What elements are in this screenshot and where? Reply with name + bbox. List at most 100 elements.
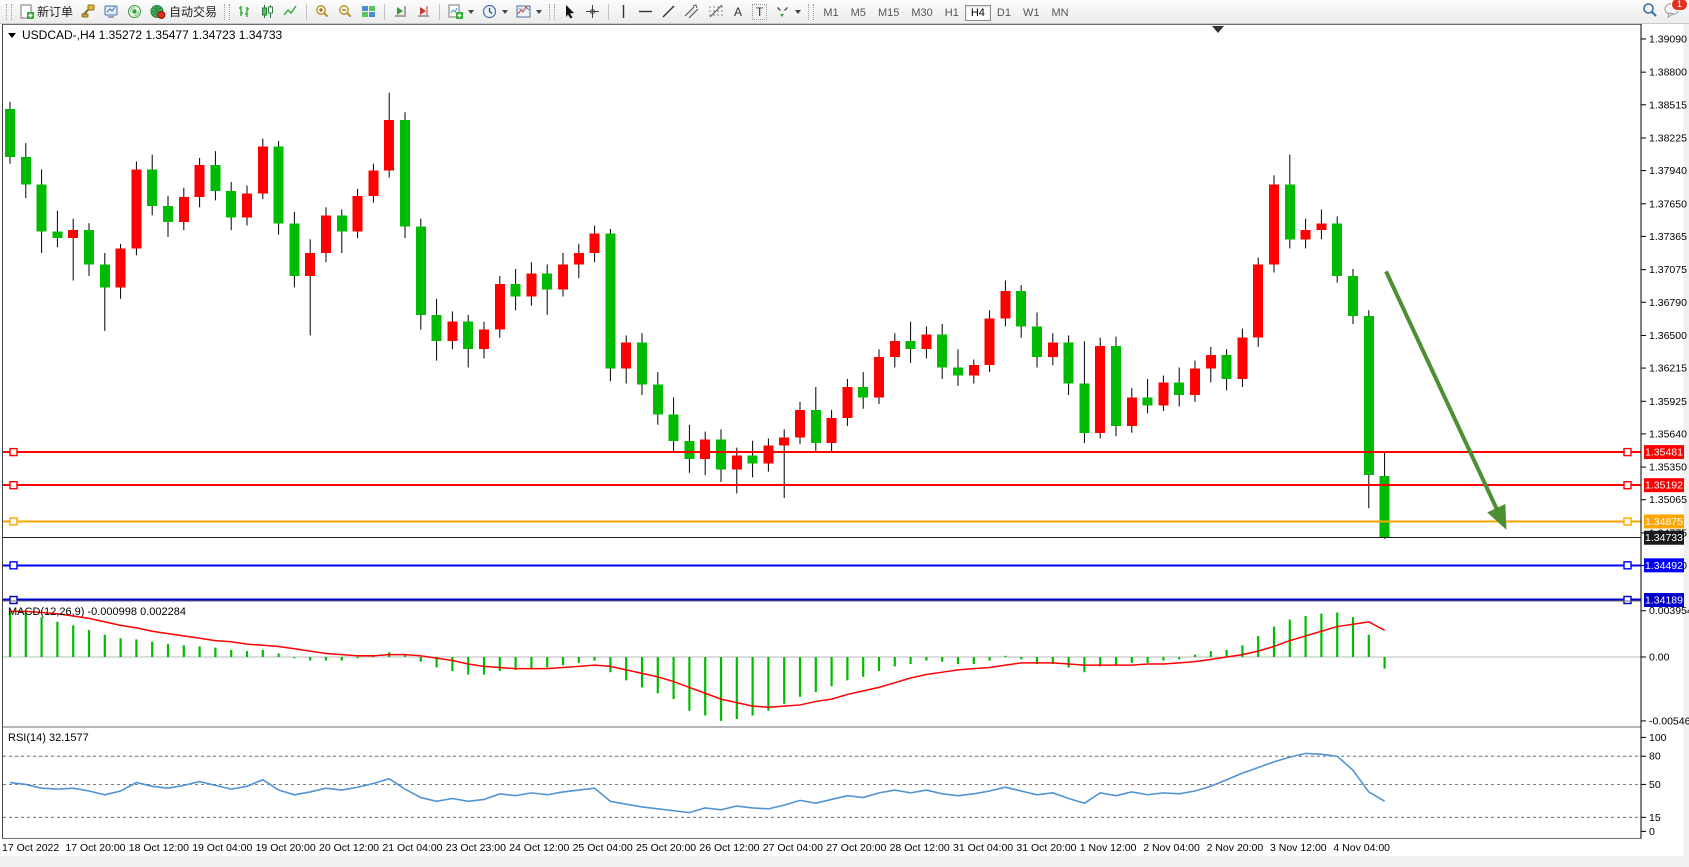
time-axis[interactable]: 17 Oct 202217 Oct 20:0018 Oct 12:0019 Oc… — [2, 842, 1390, 854]
svg-text:27 Oct 04:00: 27 Oct 04:00 — [763, 842, 823, 854]
svg-text:0.003954: 0.003954 — [1649, 605, 1689, 617]
timeframe-button-H1[interactable]: H1 — [939, 5, 965, 21]
svg-text:1.35925: 1.35925 — [1649, 396, 1687, 408]
zoom-in-button[interactable] — [311, 2, 334, 21]
timeframe-button-M5[interactable]: M5 — [845, 5, 872, 21]
cursor-tool-button[interactable] — [558, 2, 581, 21]
equidistant-channel-icon — [684, 4, 700, 19]
candlestick-type-button[interactable] — [256, 2, 279, 21]
vertical-line-tool-button[interactable] — [613, 2, 634, 21]
pane-borders — [2, 24, 1641, 839]
timeframe-button-H4[interactable]: H4 — [965, 5, 991, 21]
toolbar-grip — [224, 4, 230, 20]
svg-text:1.37940: 1.37940 — [1649, 165, 1687, 177]
ohlc-bars-icon — [237, 4, 252, 19]
svg-text:19 Oct 04:00: 19 Oct 04:00 — [192, 842, 252, 854]
tile-windows-button[interactable] — [357, 2, 380, 21]
timeframe-button-M1[interactable]: M1 — [817, 5, 844, 21]
channel-tool-button[interactable] — [680, 2, 704, 21]
text-tool-icon: A — [732, 5, 744, 19]
auto-trading-label: 自动交易 — [169, 3, 217, 20]
svg-text:20 Oct 12:00: 20 Oct 12:00 — [319, 842, 379, 854]
auto-trading-button[interactable]: 自动交易 — [146, 1, 221, 22]
svg-text:1.35065: 1.35065 — [1649, 494, 1687, 506]
timeframe-button-W1[interactable]: W1 — [1017, 5, 1046, 21]
svg-text:23 Oct 23:00: 23 Oct 23:00 — [446, 842, 506, 854]
bar-chart-type-button[interactable] — [233, 2, 256, 21]
svg-text:1.36215: 1.36215 — [1649, 363, 1687, 375]
svg-text:1.34733: 1.34733 — [1645, 532, 1683, 544]
svg-text:26 Oct 12:00: 26 Oct 12:00 — [699, 842, 759, 854]
svg-text:1.35640: 1.35640 — [1649, 428, 1687, 440]
svg-text:2 Nov 20:00: 2 Nov 20:00 — [1207, 842, 1264, 854]
candlestick-icon — [260, 4, 275, 19]
signal-button[interactable] — [123, 2, 146, 21]
svg-text:1.35481: 1.35481 — [1645, 447, 1683, 459]
toolbar-separator — [439, 4, 440, 20]
toolbar-right-group: 1 — [1642, 2, 1686, 21]
search-icon[interactable] — [1642, 2, 1658, 21]
trend-arrow[interactable] — [1386, 271, 1498, 511]
line-chart-type-button[interactable] — [279, 2, 302, 21]
zoom-out-button[interactable] — [334, 2, 357, 21]
new-order-button[interactable]: 新订单 — [15, 1, 77, 22]
svg-text:1 Nov 12:00: 1 Nov 12:00 — [1080, 842, 1137, 854]
svg-text:17 Oct 20:00: 17 Oct 20:00 — [65, 842, 125, 854]
gavel-button[interactable] — [77, 2, 100, 21]
svg-text:18 Oct 12:00: 18 Oct 12:00 — [129, 842, 189, 854]
svg-text:19 Oct 20:00: 19 Oct 20:00 — [256, 842, 316, 854]
periods-button[interactable] — [478, 2, 512, 21]
toolbar-separator — [306, 4, 307, 20]
rsi-pane: 1008050150RSI(14) 32.1577 — [3, 732, 1667, 838]
symbol-dropdown-icon[interactable] — [8, 33, 16, 38]
svg-text:25 Oct 04:00: 25 Oct 04:00 — [573, 842, 633, 854]
text-label-tool-button[interactable]: T — [748, 2, 771, 22]
macd-label: MACD(12,26,9) -0.000998 0.002284 — [8, 606, 186, 618]
templates-button[interactable] — [512, 2, 546, 21]
cursor-icon — [562, 4, 577, 19]
toolbar-separator — [384, 4, 385, 20]
svg-text:1.36500: 1.36500 — [1649, 330, 1687, 342]
indicators-dropdown-icon — [468, 10, 474, 14]
indicators-icon — [448, 4, 463, 19]
horizontal-lines-layer[interactable] — [3, 449, 1641, 604]
zoom-out-icon — [338, 4, 353, 19]
svg-text:24 Oct 12:00: 24 Oct 12:00 — [509, 842, 569, 854]
text-label-icon: T — [752, 4, 767, 20]
svg-text:15: 15 — [1649, 812, 1661, 824]
templates-icon — [516, 4, 531, 19]
indicators-button[interactable] — [444, 2, 478, 21]
toolbar-separator — [608, 4, 609, 20]
fibonacci-tool-button[interactable] — [704, 2, 728, 21]
templates-dropdown-icon — [536, 10, 542, 14]
notifications-button[interactable]: 1 — [1664, 2, 1682, 21]
line-chart-icon — [283, 4, 298, 19]
timeframe-button-MN[interactable]: MN — [1045, 5, 1074, 21]
auto-trading-icon — [150, 4, 166, 19]
chart-canvas[interactable]: 1.390901.388001.385151.382251.379401.376… — [0, 24, 1689, 862]
chart-window[interactable]: USDCAD-,H4 1.35272 1.35477 1.34723 1.347… — [0, 24, 1689, 862]
text-tool-button[interactable]: A — [728, 3, 748, 21]
timeframe-button-M15[interactable]: M15 — [872, 5, 905, 21]
trading-terminal: { "toolbar": { "new_order_label": "新订单",… — [0, 0, 1689, 861]
signal-icon — [127, 4, 142, 19]
auto-scroll-button[interactable] — [389, 2, 412, 21]
gavel-icon — [81, 4, 96, 19]
svg-text:1.35350: 1.35350 — [1649, 462, 1687, 474]
svg-text:17 Oct 2022: 17 Oct 2022 — [2, 842, 59, 854]
arrows-tool-button[interactable] — [771, 2, 805, 21]
svg-text:50: 50 — [1649, 779, 1661, 791]
trendline-tool-button[interactable] — [657, 2, 680, 21]
chart-shift-icon — [416, 4, 431, 19]
timeframe-button-M30[interactable]: M30 — [905, 5, 938, 21]
svg-text:1.37075: 1.37075 — [1649, 264, 1687, 276]
crosshair-tool-button[interactable] — [581, 2, 604, 21]
horizontal-line-tool-button[interactable] — [634, 2, 657, 21]
svg-text:4 Nov 04:00: 4 Nov 04:00 — [1333, 842, 1390, 854]
market-watch-button[interactable] — [100, 2, 123, 21]
svg-text:1.34875: 1.34875 — [1645, 516, 1683, 528]
timeframe-button-D1[interactable]: D1 — [991, 5, 1017, 21]
horizontal-line-icon — [638, 4, 653, 19]
toolbar-grip — [6, 4, 12, 20]
chart-shift-button[interactable] — [412, 2, 435, 21]
